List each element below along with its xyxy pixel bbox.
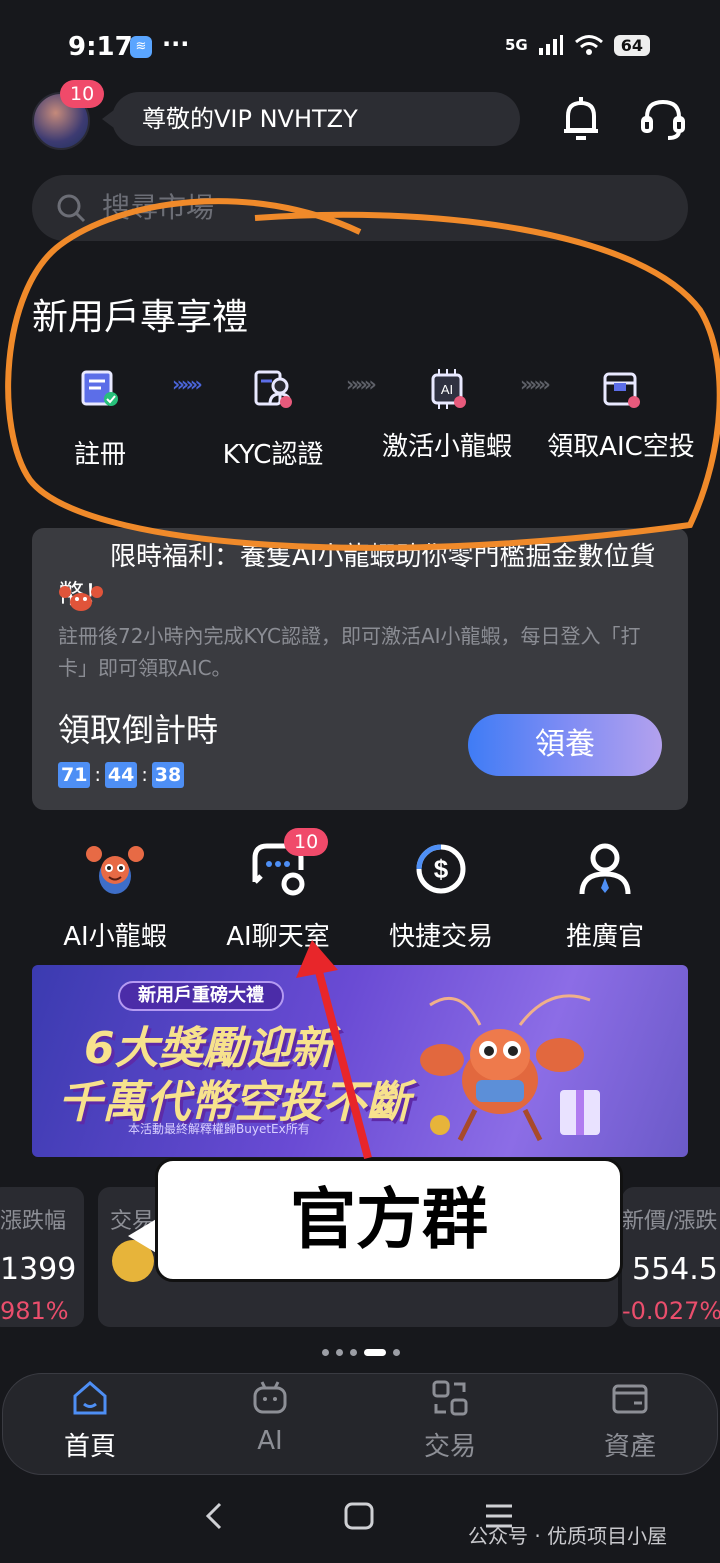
pager-dot	[322, 1349, 329, 1356]
watermark: 公众号 · 优质项目小屋	[468, 1524, 668, 1548]
pager-dot-active	[364, 1349, 386, 1356]
nav-ai[interactable]: AI	[210, 1378, 330, 1456]
pager-dot	[336, 1349, 343, 1356]
annotation-circle	[5, 198, 720, 551]
annotation-arrow	[314, 966, 372, 1160]
pager-dot	[393, 1349, 400, 1356]
wallet-icon	[612, 1384, 648, 1414]
nav-label: AI	[257, 1426, 283, 1456]
system-home-icon[interactable]	[340, 1496, 380, 1536]
nav-label: 資產	[603, 1432, 656, 1462]
nav-assets[interactable]: 資產	[570, 1378, 690, 1463]
annotation-arrowhead	[296, 940, 338, 978]
system-back-icon[interactable]	[200, 1496, 230, 1536]
nav-label: 首頁	[63, 1432, 116, 1462]
home-icon	[73, 1381, 107, 1415]
annotation-overlay	[5, 198, 720, 1160]
nav-trade[interactable]: 交易	[390, 1378, 510, 1463]
pager-dot	[350, 1349, 357, 1356]
nav-home[interactable]: 首頁	[30, 1378, 150, 1463]
trade-icon	[432, 1380, 468, 1416]
robot-icon	[253, 1381, 287, 1414]
nav-label: 交易	[423, 1432, 476, 1462]
banner-pager	[322, 1349, 400, 1356]
